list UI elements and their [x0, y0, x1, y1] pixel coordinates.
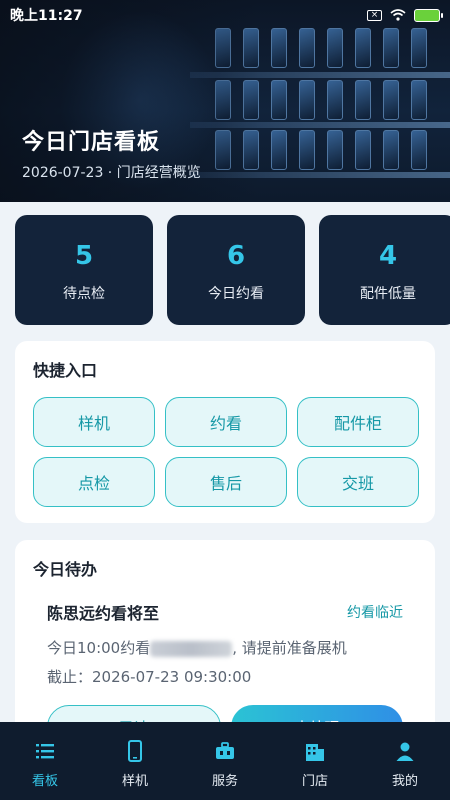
- status-bar: 晚上11:27 ×: [0, 0, 450, 30]
- stats-row: 5 待点检 6 今日约看 4 配件低量: [15, 215, 450, 325]
- todo-item-tag: 约看临近: [347, 605, 403, 621]
- stat-value: 6: [226, 241, 246, 271]
- hero-phone-image: [383, 130, 399, 170]
- tab-store[interactable]: 门店: [270, 722, 360, 800]
- hero-phone-image: [271, 28, 287, 68]
- quick-button-handover[interactable]: 交班: [297, 457, 419, 507]
- tab-mine[interactable]: 我的: [360, 722, 450, 800]
- quick-button-after-sales[interactable]: 售后: [165, 457, 287, 507]
- todo-item-description: 今日10:00约看 , 请提前准备展机: [47, 638, 403, 658]
- hero-phone-image: [271, 80, 287, 120]
- todo-desc-prefix: 今日10:00约看: [47, 639, 151, 657]
- hero-phone-image: [271, 130, 287, 170]
- hero-phone-image: [355, 28, 371, 68]
- tab-dashboard[interactable]: 看板: [0, 722, 90, 800]
- todo-card: 今日待办 陈思远约看将至 约看临近 今日10:00约看 , 请提前准备展机 截止：…: [15, 540, 435, 749]
- todo-desc-suffix: , 请提前准备展机: [232, 639, 347, 657]
- todo-title: 今日待办: [33, 560, 98, 579]
- hero-phone-image: [411, 80, 427, 120]
- status-time: 晚上11:27: [10, 8, 83, 24]
- hero-phone-image: [383, 28, 399, 68]
- hero-phone-image: [383, 80, 399, 120]
- page-title: 今日门店看板: [22, 130, 161, 155]
- bottom-tab-bar: 看板 样机 服务 门店 我的: [0, 722, 450, 800]
- hero-phone-image: [411, 28, 427, 68]
- tab-label: 样机: [121, 774, 148, 789]
- tab-service[interactable]: 服务: [180, 722, 270, 800]
- stat-label: 待点检: [63, 286, 105, 302]
- todo-item-name: 陈思远约看将至: [47, 604, 160, 623]
- blurred-device-name: [150, 640, 233, 657]
- quick-button-parts-cabinet[interactable]: 配件柜: [297, 397, 419, 447]
- quick-entry-card: 快捷入口 样机 约看 配件柜 点检 售后 交班: [15, 341, 435, 523]
- hero-phone-image: [411, 130, 427, 170]
- stat-card-low-parts[interactable]: 4 配件低量: [319, 215, 450, 325]
- hero-phone-image: [299, 28, 315, 68]
- tab-label: 门店: [301, 774, 328, 789]
- hero-phone-image: [355, 80, 371, 120]
- toolbox-icon: [216, 742, 234, 759]
- quick-button-inspection[interactable]: 点检: [33, 457, 155, 507]
- tab-label: 看板: [31, 774, 58, 789]
- stat-label: 配件低量: [360, 286, 416, 302]
- tab-label: 服务: [211, 774, 238, 789]
- stat-card-appointments[interactable]: 6 今日约看: [167, 215, 305, 325]
- battery-icon: [414, 8, 443, 22]
- quick-entry-title: 快捷入口: [33, 361, 98, 380]
- quick-entry-grid: 样机 约看 配件柜 点检 售后 交班: [33, 397, 419, 507]
- stat-card-pending-inspection[interactable]: 5 待点检: [15, 215, 153, 325]
- hero-phone-image: [299, 80, 315, 120]
- page-subtitle: 2026-07-23 · 门店经营概览: [22, 165, 201, 181]
- hero-phone-image: [327, 28, 343, 68]
- tab-sample[interactable]: 样机: [90, 722, 180, 800]
- quick-button-sample[interactable]: 样机: [33, 397, 155, 447]
- no-sim-icon: ×: [367, 9, 382, 21]
- wifi-icon: [390, 9, 406, 21]
- tab-label: 我的: [391, 774, 418, 789]
- status-icons: ×: [367, 8, 443, 22]
- stat-value: 4: [378, 241, 398, 271]
- stat-value: 5: [74, 241, 94, 271]
- hero-phone-image: [299, 130, 315, 170]
- hero-phone-image: [327, 80, 343, 120]
- hero-phone-image: [327, 130, 343, 170]
- quick-button-appointment[interactable]: 约看: [165, 397, 287, 447]
- hero-phone-image: [355, 130, 371, 170]
- todo-item-header: 陈思远约看将至 约看临近: [47, 600, 403, 624]
- phone-icon: [128, 740, 142, 762]
- person-icon: [396, 742, 414, 761]
- stat-label: 今日约看: [208, 286, 264, 302]
- todo-item-deadline: 截止：2026-07-23 09:30:00: [47, 668, 252, 686]
- dashboard-icon: [36, 744, 54, 759]
- building-icon: [306, 744, 324, 761]
